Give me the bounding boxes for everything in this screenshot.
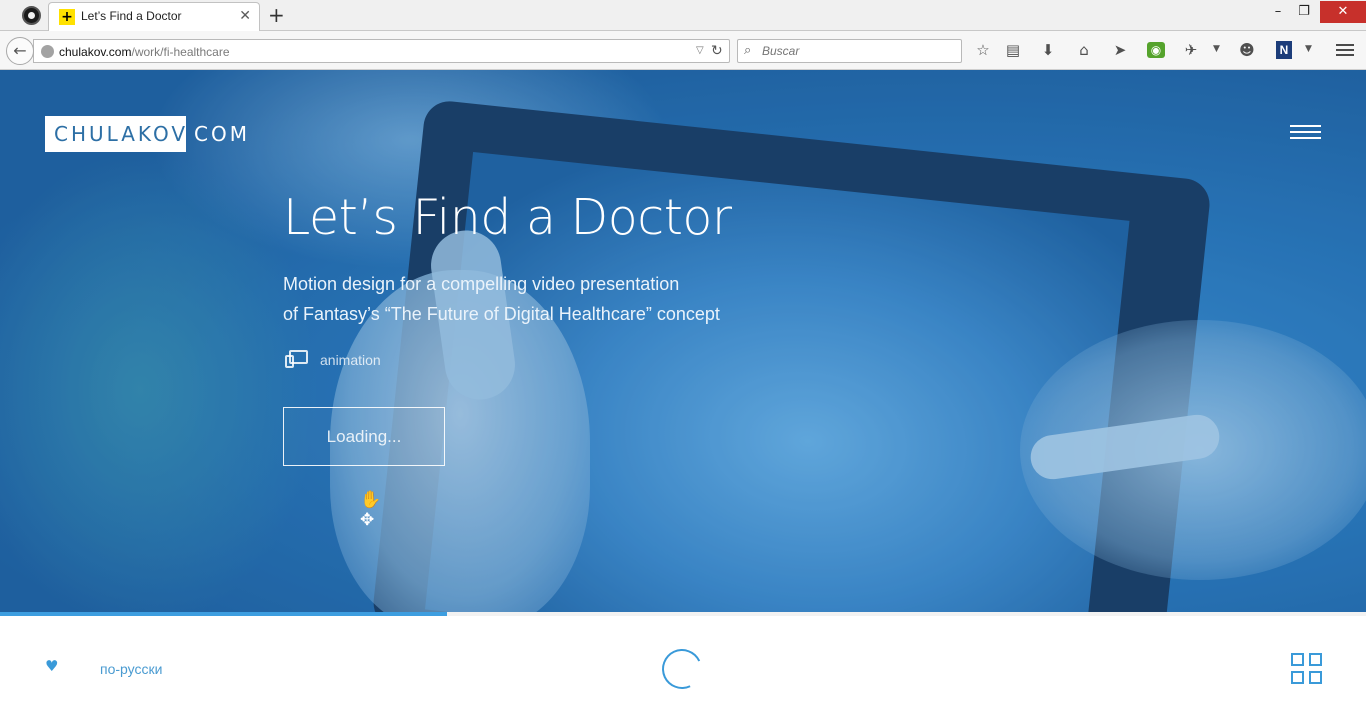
new-tab-button[interactable]: + [268, 3, 285, 27]
hero-overlay [0, 70, 1366, 612]
hero-section: CHULAKOV COM Let’s Find a Doctor Motion … [0, 70, 1366, 612]
home-icon[interactable]: ⌂ [1073, 39, 1095, 61]
category-tag[interactable]: animation [320, 351, 381, 369]
url-text[interactable]: chulakov.com/work/fi-healthcare [59, 45, 230, 59]
url-bar[interactable]: chulakov.com/work/fi-healthcare ▽ ↻ [33, 39, 730, 63]
extension-icon[interactable]: ✈ [1180, 39, 1202, 61]
tab-close-icon[interactable]: ✕ [239, 7, 251, 25]
page-title: Let’s Find a Doctor [283, 189, 732, 246]
browser-tab-bar: + Let’s Find a Doctor ✕ + – ❐ ✕ [0, 0, 1366, 31]
loading-spinner-icon [656, 643, 708, 695]
logo-suffix: COM [194, 122, 250, 146]
logo-text: CHULAKOV [54, 122, 189, 146]
heart-icon[interactable]: ♥ [45, 658, 58, 674]
reading-list-icon[interactable]: ▤ [1002, 39, 1024, 61]
app-menu-icon[interactable] [22, 6, 41, 25]
screenshot-camera-icon[interactable]: ◉ [1147, 42, 1165, 58]
browser-navigation-bar: chulakov.com/work/fi-healthcare ▽ ↻ ← ⌕ … [0, 31, 1366, 70]
devices-icon [285, 350, 309, 368]
onenote-icon[interactable]: N [1276, 41, 1292, 59]
language-link[interactable]: по-русски [100, 660, 162, 678]
back-button[interactable]: ← [6, 37, 34, 65]
reload-icon[interactable]: ↻ [711, 42, 723, 60]
download-icon[interactable]: ⬇ [1037, 39, 1059, 61]
loading-button[interactable]: Loading... [283, 407, 445, 466]
tab-title: Let’s Find a Doctor [81, 9, 182, 23]
globe-icon [41, 45, 54, 58]
page-subtitle: Motion design for a compelling video pre… [283, 269, 720, 329]
onenote-dropdown-icon[interactable]: ▼ [1305, 43, 1312, 55]
favicon-icon: + [59, 9, 75, 25]
grid-view-icon[interactable] [1291, 653, 1322, 684]
url-path: /work/fi-healthcare [131, 45, 230, 59]
bookmark-star-icon[interactable]: ☆ [972, 39, 994, 61]
browser-menu-icon[interactable] [1336, 41, 1354, 57]
search-bar[interactable]: ⌕ [737, 39, 962, 63]
tab-active[interactable]: + Let’s Find a Doctor ✕ [48, 2, 260, 31]
close-window-button[interactable]: ✕ [1320, 1, 1366, 23]
send-icon[interactable]: ➤ [1109, 39, 1131, 61]
restore-button[interactable]: ❐ [1292, 1, 1316, 23]
search-icon: ⌕ [744, 43, 752, 58]
url-domain: chulakov.com [59, 45, 132, 59]
extension-dropdown-icon[interactable]: ▼ [1213, 43, 1220, 55]
page-footer: ♥ по-русски [0, 616, 1366, 728]
chat-icon[interactable]: ☻ [1236, 39, 1258, 61]
cursor-move-icon: ✋✥ [360, 490, 382, 530]
search-input[interactable] [762, 43, 952, 59]
url-history-dropdown-icon[interactable]: ▽ [696, 44, 704, 58]
minimize-button[interactable]: – [1266, 1, 1290, 23]
subtitle-line-1: Motion design for a compelling video pre… [283, 274, 680, 294]
subtitle-line-2: of Fantasy’s “The Future of Digital Heal… [283, 304, 720, 324]
site-menu-icon[interactable] [1290, 125, 1321, 141]
